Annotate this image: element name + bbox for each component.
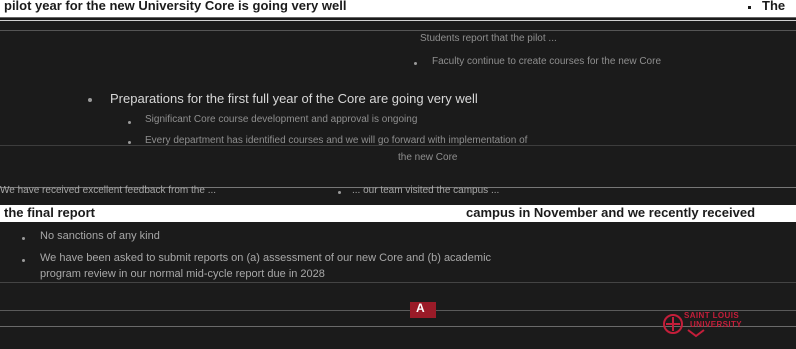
line-preparations: Preparations for the first full year of … xyxy=(110,91,478,106)
bullet-asked xyxy=(22,259,25,262)
divider-1 xyxy=(0,20,796,21)
lower-rule-1 xyxy=(0,282,796,283)
line-faculty: Faculty continue to create courses for t… xyxy=(432,56,662,67)
bullet-faculty xyxy=(414,62,417,65)
bullet-significant xyxy=(128,121,131,124)
bullet-every-department xyxy=(128,141,131,144)
mid-left-text: We have received excellent feedback from… xyxy=(0,185,217,196)
accreditor-logo-initial: A xyxy=(416,301,425,315)
top-heading: pilot year for the new University Core i… xyxy=(4,0,347,13)
mid-bullet xyxy=(338,191,341,194)
top-band: pilot year for the new University Core i… xyxy=(0,0,796,18)
top-bullet-dot xyxy=(748,6,751,9)
line-asked: We have been asked to submit reports on … xyxy=(40,252,492,264)
line-students: Students report that the pilot ... xyxy=(420,33,557,44)
divider-2 xyxy=(0,30,796,31)
line-new-core: the new Core xyxy=(398,152,458,163)
line-no-sanctions: No sanctions of any kind xyxy=(40,230,160,242)
slu-name-line2: UNIVERSITY xyxy=(690,320,743,329)
final-report-text: the final report xyxy=(4,205,96,220)
slu-name-line1: SAINT LOUIS xyxy=(684,311,740,320)
mid-right-text: ... our team visited the campus ... xyxy=(352,185,500,196)
final-report-band: the final report campus in November and … xyxy=(0,205,796,222)
accreditor-logo: A xyxy=(410,301,436,318)
upper-dark-panel: Students report that the pilot ... Facul… xyxy=(0,18,796,146)
line-program-review: program review in our normal mid-cycle r… xyxy=(40,268,325,280)
bullet-preparations xyxy=(88,98,92,102)
campus-november-text: campus in November and we recently recei… xyxy=(466,205,756,220)
bullet-no-sanctions xyxy=(22,237,25,240)
top-bullet-the: The xyxy=(762,0,786,13)
underline-every-department xyxy=(0,145,796,146)
line-significant: Significant Core course development and … xyxy=(145,114,418,125)
